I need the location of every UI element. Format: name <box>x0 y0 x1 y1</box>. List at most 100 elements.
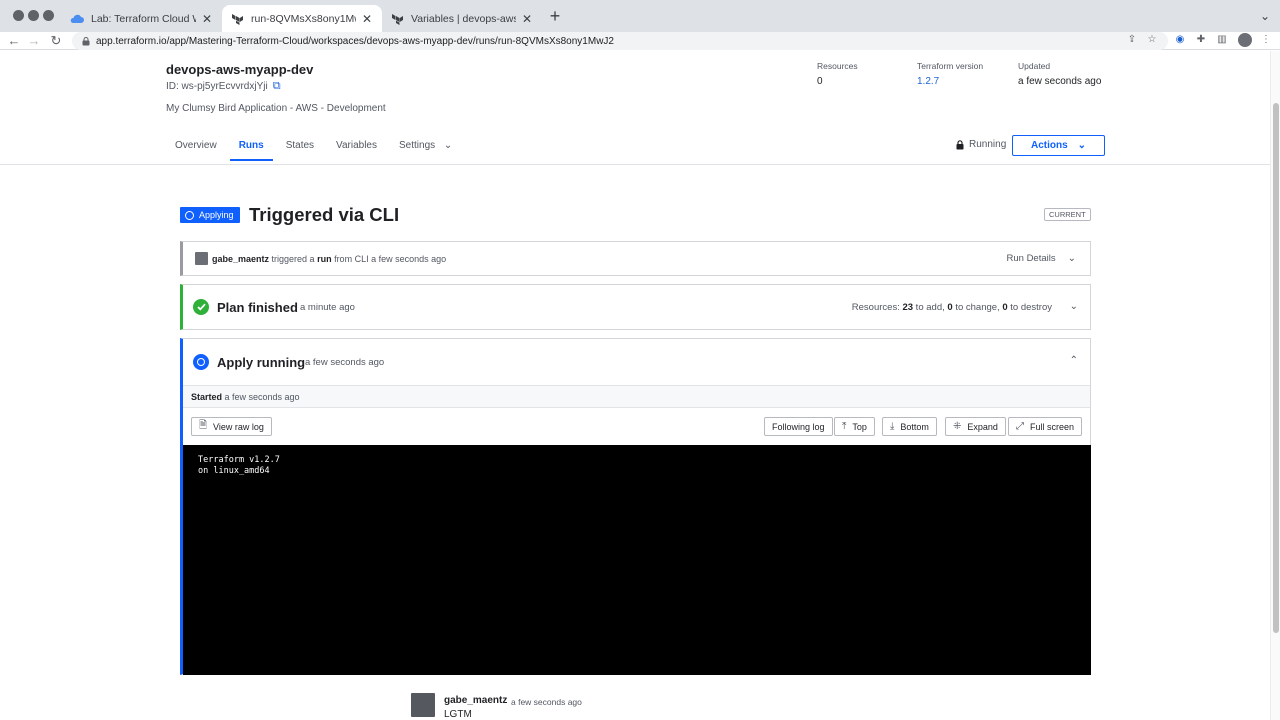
updated-label: Updated <box>1018 61 1051 71</box>
new-tab-plus-icon[interactable]: + <box>546 7 564 26</box>
bottom-button[interactable]: ⤓ Bottom <box>882 417 937 436</box>
full-screen-button[interactable]: ⤢ Full screen <box>1008 417 1083 436</box>
lock-icon <box>82 36 90 45</box>
workspace-name: devops-aws-myapp-dev <box>166 62 314 77</box>
address-toolbar: ← → ↻ app.terraform.io/app/Mastering-Ter… <box>0 32 1280 50</box>
profile-avatar[interactable] <box>1238 33 1252 47</box>
tab-settings[interactable]: Settings ⌄ <box>390 135 461 161</box>
full-screen-icon: ⤢ <box>1016 421 1024 432</box>
expand-icon: ⁜ <box>953 421 962 432</box>
back-arrow-icon[interactable]: ← <box>6 33 22 48</box>
share-icon[interactable]: ⇪ <box>1126 34 1138 46</box>
top-label: Top <box>852 421 867 432</box>
browser-tab-variables[interactable]: Variables | devops-aws-myapp-dev ✕ <box>382 5 542 32</box>
resources-add-count: 23 <box>902 302 914 313</box>
running-circle-icon <box>193 354 209 370</box>
lock-status-text: Running <box>969 139 1007 150</box>
close-icon[interactable]: ✕ <box>360 12 374 26</box>
check-circle-icon <box>193 299 209 315</box>
actions-label: Actions <box>1030 140 1068 151</box>
close-window-icon[interactable] <box>13 10 24 21</box>
started-row: Started a few seconds ago <box>183 386 1090 407</box>
tab-title: run-8QVMsXs8ony1MwJ2 | Runs <box>251 12 356 25</box>
run-title: Triggered via CLI <box>249 204 400 225</box>
actions-button[interactable]: Actions ⌄ <box>1012 135 1105 156</box>
browser-tab-lab[interactable]: Lab: Terraform Cloud Workspaces ✕ <box>62 5 222 32</box>
full-screen-label: Full screen <box>1030 421 1075 432</box>
password-manager-icon[interactable]: ◉ <box>1174 34 1186 46</box>
bookmark-star-icon[interactable]: ☆ <box>1146 34 1158 46</box>
minimize-window-icon[interactable] <box>28 10 39 21</box>
forward-arrow-icon[interactable]: → <box>26 33 42 48</box>
chevron-down-icon: ⌄ <box>1067 253 1076 264</box>
lock-icon <box>956 139 964 149</box>
started-time: a few seconds ago <box>222 392 300 402</box>
browser-tab-run[interactable]: run-8QVMsXs8ony1MwJ2 | Runs ✕ <box>222 5 382 32</box>
apply-log-terminal[interactable]: Terraform v1.2.7 on linux_amd64 <box>183 445 1091 675</box>
expand-button[interactable]: ⁜ Expand <box>945 417 1006 436</box>
trigger-text-part: triggered a <box>269 254 318 264</box>
more-menu-icon[interactable]: ⋮ <box>1260 34 1272 46</box>
tab-search-chevron-icon[interactable]: ⌄ <box>1260 9 1270 23</box>
browser-tab-bar: Lab: Terraform Cloud Workspaces ✕ run-8Q… <box>0 0 1280 32</box>
terraform-logo-icon <box>230 12 244 26</box>
avatar <box>411 693 435 717</box>
apply-card: Apply running a few seconds ago ⌃ Starte… <box>180 338 1091 675</box>
plan-card[interactable]: Plan finished a minute ago Resources: 23… <box>180 284 1091 330</box>
terraform-logo-icon <box>390 12 404 26</box>
apply-title: Apply running <box>217 355 306 370</box>
top-button[interactable]: ⤒ Top <box>834 417 875 436</box>
tab-variables[interactable]: Variables <box>327 135 386 161</box>
run-status-text: Applying <box>199 210 234 220</box>
document-icon: 🗎 <box>199 420 208 431</box>
tab-states[interactable]: States <box>277 135 323 161</box>
comment-author[interactable]: gabe_maentz <box>444 695 507 706</box>
page-scrollbar[interactable] <box>1270 51 1280 720</box>
maximize-window-icon[interactable] <box>43 10 54 21</box>
following-log-button[interactable]: Following log <box>764 417 833 436</box>
view-raw-log-label: View raw log <box>213 421 264 432</box>
close-icon[interactable]: ✕ <box>520 12 534 26</box>
updated-meta: Updated a few seconds ago <box>1018 61 1101 87</box>
workspace-lock-status: Running <box>956 139 1006 150</box>
plan-title: Plan finished <box>217 300 298 315</box>
resources-meta: Resources 0 <box>817 61 858 87</box>
resources-prefix: Resources: <box>851 302 903 313</box>
tab-runs[interactable]: Runs <box>229 135 273 161</box>
reload-icon[interactable]: ↻ <box>48 33 64 49</box>
comment-text: LGTM <box>444 709 472 720</box>
terraform-version-label: Terraform version <box>917 61 984 71</box>
chevron-down-icon: ⌄ <box>1077 140 1087 151</box>
arrow-to-bottom-icon: ⤓ <box>890 421 895 432</box>
close-icon[interactable]: ✕ <box>200 12 214 26</box>
apply-time: a few seconds ago <box>305 357 385 368</box>
workspace-id-text: ID: ws-pj5yrEcvvrdxjYji <box>166 81 268 92</box>
started-label: Started <box>191 392 223 402</box>
tab-settings-label: Settings <box>399 140 436 151</box>
terraform-version-link[interactable]: 1.2.7 <box>917 76 983 87</box>
workspace-description: My Clumsy Bird Application - AWS - Devel… <box>166 103 386 114</box>
run-status-badge: Applying <box>180 207 240 223</box>
chevron-down-icon: ⌄ <box>443 140 453 151</box>
url-bar[interactable]: app.terraform.io/app/Mastering-Terraform… <box>72 32 1168 50</box>
tab-title: Variables | devops-aws-myapp-dev <box>411 12 516 25</box>
plan-time: a minute ago <box>300 302 355 313</box>
divider <box>183 407 1090 408</box>
trigger-text: gabe_maentz triggered a run from CLI a f… <box>212 254 446 264</box>
tab-overview[interactable]: Overview <box>166 135 226 161</box>
url-text: app.terraform.io/app/Mastering-Terraform… <box>96 35 614 47</box>
copy-icon[interactable]: ⧉ <box>273 80 281 93</box>
side-panel-icon[interactable]: ▥ <box>1216 34 1228 46</box>
extensions-puzzle-icon[interactable]: ✚ <box>1195 34 1207 46</box>
view-raw-log-button[interactable]: 🗎 View raw log <box>191 417 272 436</box>
trigger-user[interactable]: gabe_maentz <box>212 254 269 264</box>
resources-value: 0 <box>817 76 823 87</box>
scrollbar-thumb[interactable] <box>1273 103 1279 633</box>
plan-resources-summary: Resources: 23 to add, 0 to change, 0 to … <box>852 302 1052 313</box>
chevron-down-icon[interactable]: ⌄ <box>1070 301 1078 312</box>
tab-title: Lab: Terraform Cloud Workspaces <box>91 12 196 25</box>
run-details-toggle[interactable]: Run Details ⌄ <box>1007 253 1077 264</box>
trigger-kind: run <box>317 254 332 264</box>
chevron-up-icon[interactable]: ⌃ <box>1070 355 1078 366</box>
resources-label: Resources <box>817 61 858 71</box>
